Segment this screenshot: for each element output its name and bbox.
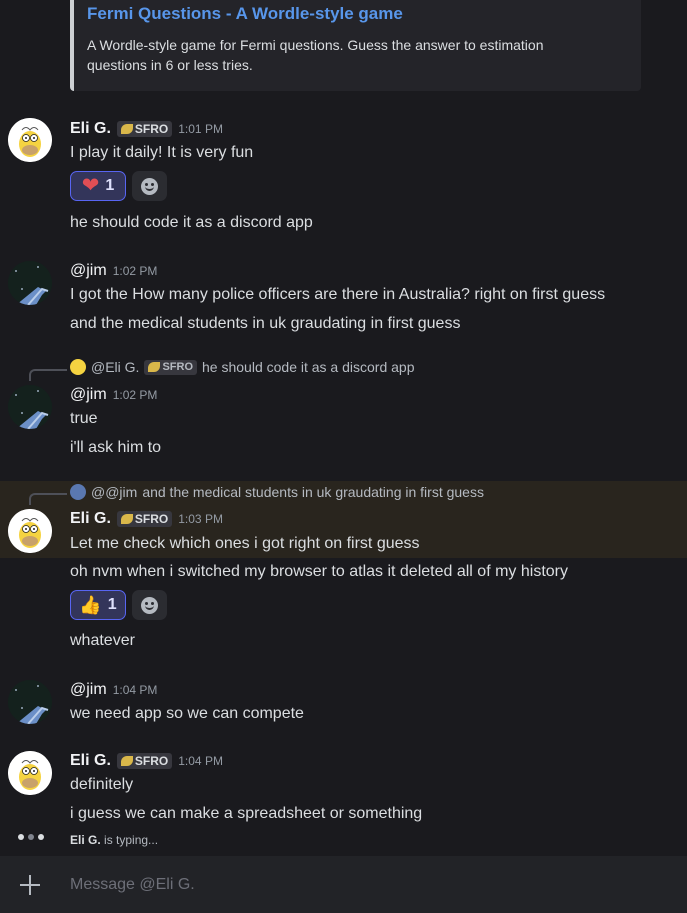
reaction-count: 1 bbox=[107, 596, 117, 613]
avatar-eli[interactable] bbox=[8, 118, 52, 162]
reply-guild-tag: SFRO bbox=[144, 359, 198, 375]
reply-spine bbox=[29, 493, 67, 505]
avatar-jim[interactable] bbox=[8, 680, 52, 724]
guild-tag-text: SFRO bbox=[134, 512, 169, 526]
avatar-eli[interactable] bbox=[8, 509, 52, 553]
timestamp: 1:04 PM bbox=[178, 754, 223, 768]
avatar-jim[interactable] bbox=[8, 261, 52, 305]
avatar-jim[interactable] bbox=[8, 385, 52, 429]
message-header: @jim 1:04 PM bbox=[70, 681, 157, 699]
timestamp: 1:02 PM bbox=[112, 264, 158, 278]
reply-preview[interactable]: @Eli G. SFRO he should code it as a disc… bbox=[70, 359, 415, 375]
message-header: Eli G. SFRO 1:03 PM bbox=[70, 510, 223, 528]
message-text: I play it daily! It is very fun bbox=[70, 144, 254, 161]
typing-dot bbox=[28, 834, 34, 840]
typing-label: is typing... bbox=[100, 833, 159, 847]
reply-text: he should code it as a discord app bbox=[202, 359, 415, 375]
typing-dot bbox=[18, 834, 24, 840]
guild-tag[interactable]: SFRO bbox=[116, 511, 173, 527]
message-text: we need app so we can compete bbox=[70, 705, 304, 722]
reply-username[interactable]: @Eli G. bbox=[91, 359, 139, 375]
guild-tag[interactable]: SFRO bbox=[116, 121, 173, 137]
message-text: oh nvm when i switched my browser to atl… bbox=[70, 563, 568, 580]
message-text: definitely bbox=[70, 776, 134, 793]
reply-avatar bbox=[70, 359, 86, 375]
typing-dot bbox=[38, 834, 44, 840]
timestamp: 1:04 PM bbox=[112, 683, 158, 697]
reply-guild-tag-text: SFRO bbox=[162, 361, 194, 373]
embed-description: A Wordle-style game for Fermi questions.… bbox=[87, 37, 544, 73]
reaction-count: 1 bbox=[105, 177, 115, 194]
timestamp: 1:03 PM bbox=[178, 512, 223, 526]
link-embed: Fermi Questions - A Wordle-style game A … bbox=[70, 0, 641, 91]
typing-dots-icon bbox=[18, 834, 44, 840]
message-input[interactable] bbox=[60, 868, 680, 902]
message-header: Eli G. SFRO 1:04 PM bbox=[70, 752, 223, 770]
username-eli[interactable]: Eli G. bbox=[70, 510, 111, 528]
message-text: true bbox=[70, 410, 98, 427]
leaf-icon bbox=[120, 124, 133, 134]
username-eli[interactable]: Eli G. bbox=[70, 120, 111, 138]
message-header: @jim 1:02 PM bbox=[70, 262, 157, 280]
reply-username[interactable]: @@jim bbox=[91, 484, 137, 500]
guild-tag-text: SFRO bbox=[134, 122, 169, 136]
guild-tag[interactable]: SFRO bbox=[116, 753, 173, 769]
guild-tag-text: SFRO bbox=[134, 754, 169, 768]
avatar-eli[interactable] bbox=[8, 751, 52, 795]
add-reaction-button[interactable] bbox=[132, 171, 167, 201]
message-text: he should code it as a discord app bbox=[70, 214, 313, 231]
username-jim[interactable]: @jim bbox=[70, 386, 107, 404]
message-text: and the medical students in uk graudatin… bbox=[70, 315, 461, 332]
leaf-icon bbox=[120, 756, 133, 766]
smile-icon bbox=[141, 177, 158, 195]
message-header: Eli G. SFRO 1:01 PM bbox=[70, 120, 223, 138]
message-text: I got the How many police officers are t… bbox=[70, 286, 606, 303]
message-text: i'll ask him to bbox=[70, 439, 162, 456]
typing-user: Eli G. bbox=[70, 833, 101, 847]
reaction-thumbs-up[interactable]: 👍 1 bbox=[70, 590, 126, 620]
timestamp: 1:01 PM bbox=[178, 122, 223, 136]
reply-text: and the medical students in uk graudatin… bbox=[142, 484, 484, 500]
username-jim[interactable]: @jim bbox=[70, 681, 107, 699]
reaction-heart[interactable]: ❤ 1 bbox=[70, 171, 126, 201]
leaf-icon bbox=[120, 514, 133, 524]
username-eli[interactable]: Eli G. bbox=[70, 752, 111, 770]
thumbs-up-emoji-icon: 👍 bbox=[79, 595, 102, 615]
leaf-icon bbox=[148, 362, 161, 372]
add-attachment-plus-icon[interactable] bbox=[18, 873, 42, 897]
embed-title-link[interactable]: Fermi Questions - A Wordle-style game bbox=[87, 4, 403, 24]
username-jim[interactable]: @jim bbox=[70, 262, 107, 280]
typing-indicator: Eli G. is typing... bbox=[70, 833, 158, 847]
add-reaction-button[interactable] bbox=[132, 590, 167, 620]
message-text: Let me check which ones i got right on f… bbox=[70, 535, 420, 552]
message-text: i guess we can make a spreadsheet or som… bbox=[70, 805, 423, 822]
reply-spine bbox=[29, 369, 67, 381]
heart-emoji-icon: ❤ bbox=[81, 174, 100, 197]
message-text: whatever bbox=[70, 632, 135, 649]
reply-avatar bbox=[70, 484, 86, 500]
message-header: @jim 1:02 PM bbox=[70, 386, 157, 404]
reply-preview[interactable]: @@jim and the medical students in uk gra… bbox=[70, 484, 484, 500]
timestamp: 1:02 PM bbox=[112, 388, 158, 402]
smile-icon bbox=[141, 596, 158, 614]
message-composer bbox=[0, 856, 687, 913]
